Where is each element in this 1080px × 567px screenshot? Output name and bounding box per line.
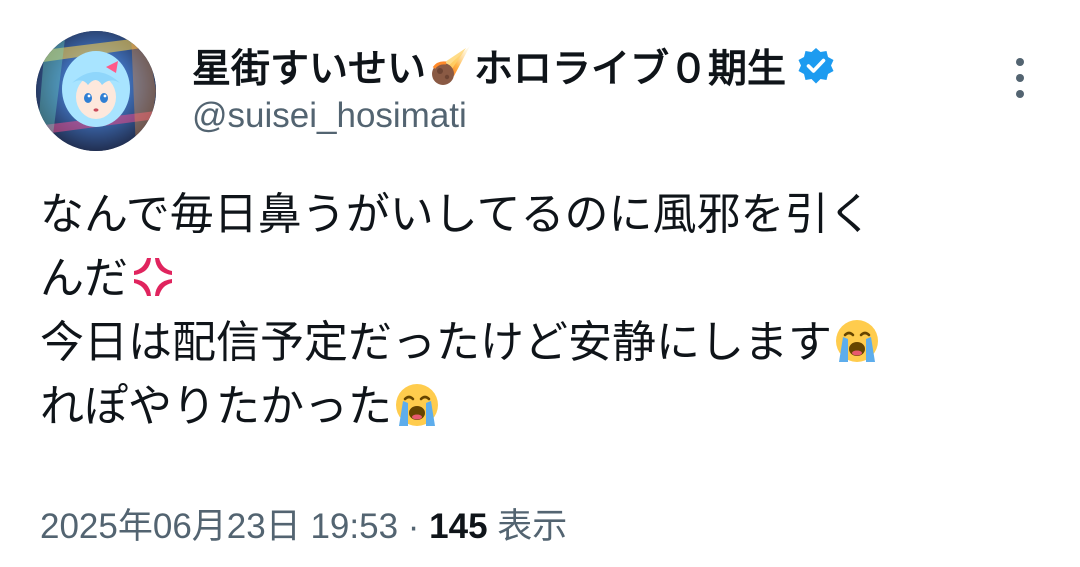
more-options-button[interactable] bbox=[1005, 58, 1035, 98]
author-display-name-suffix[interactable]: ホロライブ０期生 bbox=[474, 38, 786, 94]
tweet-line-2: んだ bbox=[40, 247, 1050, 311]
tweet-line-1: なんで毎日鼻うがいしてるのに風邪を引く bbox=[40, 183, 1050, 247]
tweet-timestamp[interactable]: 2025年06月23日 19:53 bbox=[40, 507, 398, 546]
tweet-line-4-text: れぽやりたかった bbox=[40, 381, 392, 432]
tweet-line-4: れぽやりたかった bbox=[40, 375, 1050, 439]
meta-separator: · bbox=[398, 507, 430, 546]
author-name-row[interactable]: 星街すいせい ホロライブ０期生 bbox=[192, 40, 836, 92]
avatar-image bbox=[36, 31, 156, 151]
loudly-crying-face-icon bbox=[834, 318, 880, 364]
tweet-line-3-text: 今日は配信予定だったけど安静にします bbox=[40, 317, 832, 368]
loudly-crying-face-icon bbox=[394, 382, 440, 428]
comet-icon bbox=[428, 44, 472, 88]
tweet-text: なんで毎日鼻うがいしてるのに風邪を引く んだ 今日は配信予定だったけど安静にしま… bbox=[40, 183, 1050, 439]
tweet-meta: 2025年06月23日 19:53 · 145 表示 bbox=[40, 498, 567, 549]
views-count[interactable]: 145 bbox=[429, 507, 487, 546]
tweet-line-3: 今日は配信予定だったけど安静にします bbox=[40, 311, 1050, 375]
author-handle[interactable]: @suisei_hosimati bbox=[192, 96, 467, 136]
verified-badge-icon[interactable] bbox=[796, 46, 836, 86]
anger-symbol-icon bbox=[130, 254, 176, 300]
more-options-icon bbox=[1016, 58, 1024, 66]
author-display-name[interactable]: 星街すいせい bbox=[192, 38, 426, 94]
tweet-card[interactable]: 星街すいせい ホロライブ０期生 @suisei_hosimati なんで毎日鼻う… bbox=[0, 0, 1080, 567]
views-label: 表示 bbox=[487, 507, 568, 546]
tweet-line-2-text: んだ bbox=[40, 253, 128, 304]
tweet-line-1-text: なんで毎日鼻うがいしてるのに風邪を引く bbox=[40, 189, 873, 240]
avatar[interactable] bbox=[36, 31, 156, 151]
